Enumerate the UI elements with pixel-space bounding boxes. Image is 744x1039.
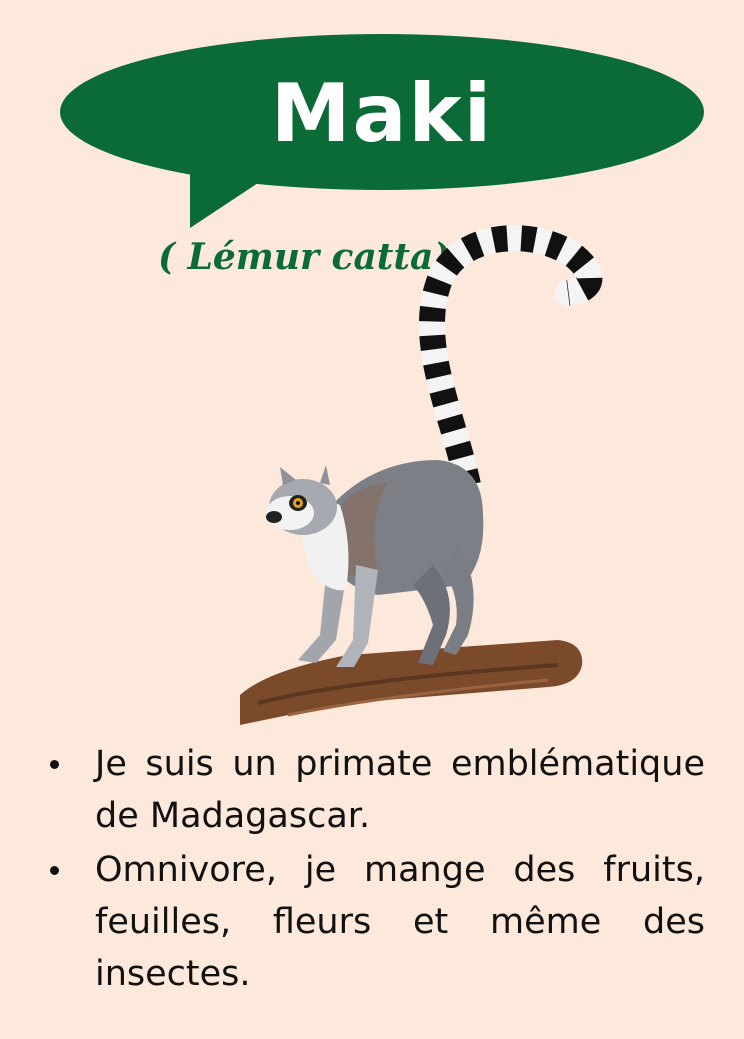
striped-tail [419, 225, 603, 498]
list-item: Omnivore, je mange des fruits, feuilles,… [50, 844, 705, 1000]
lemur-body [266, 460, 484, 667]
branch [240, 640, 583, 725]
card-title: Maki [270, 66, 494, 160]
fact-card: Maki ( Lémur catta) Je suis un primate e… [0, 0, 744, 1039]
list-item: Je suis un primate emblématique de Madag… [50, 738, 705, 842]
facts-list: Je suis un primate emblématique de Madag… [50, 738, 705, 1002]
lemur-illustration [240, 225, 603, 725]
